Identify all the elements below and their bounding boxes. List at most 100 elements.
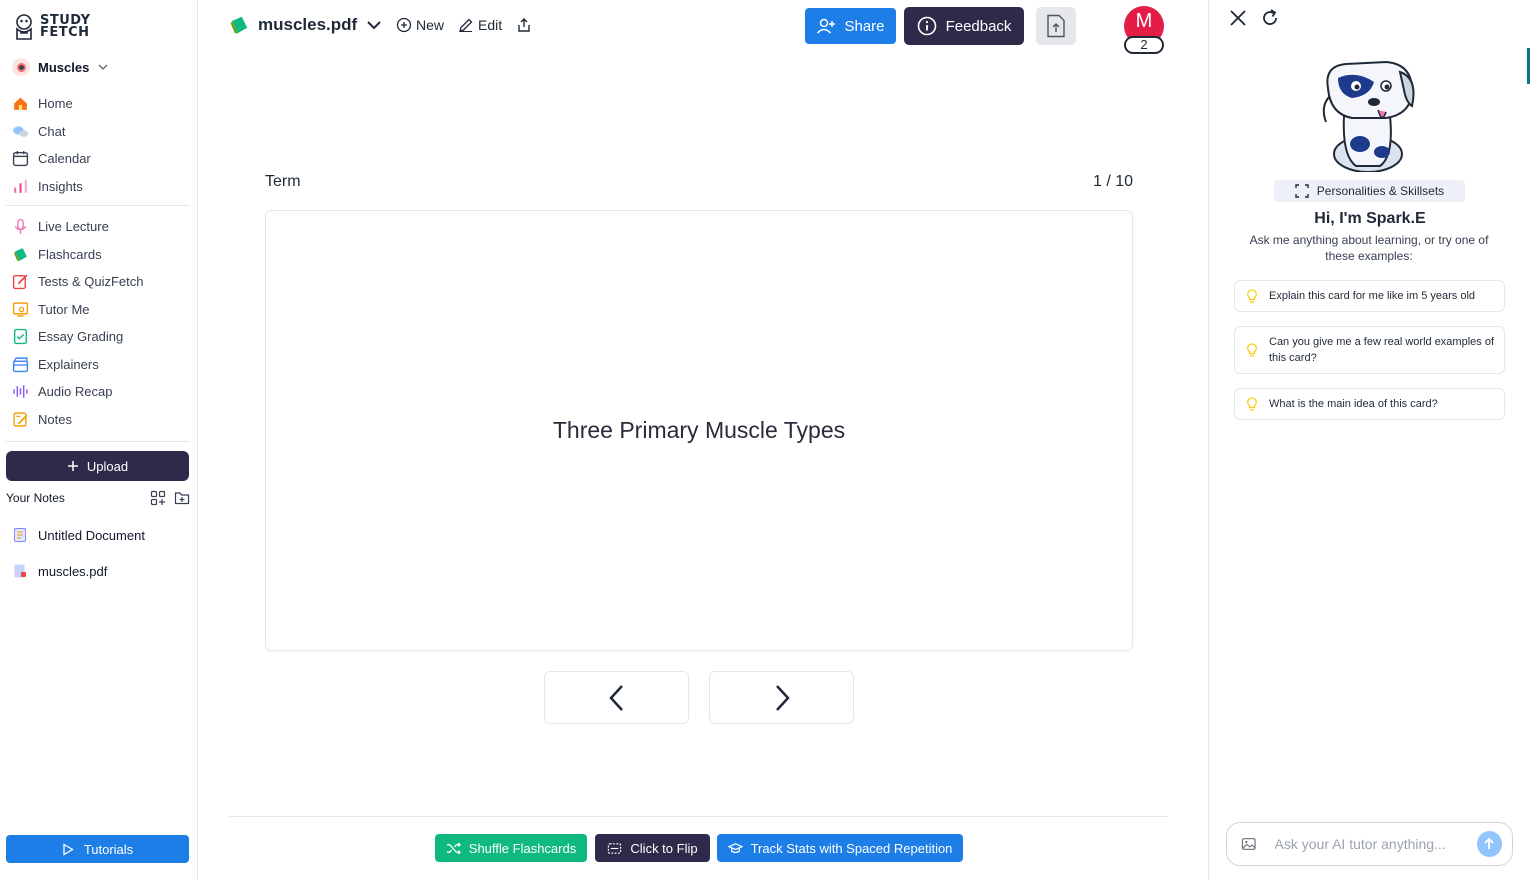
sidebar-item-label: Explainers	[38, 356, 99, 372]
upload-share-button[interactable]	[516, 17, 532, 33]
sidebar-item-notes[interactable]: Notes	[0, 406, 198, 434]
explainers-icon	[12, 357, 29, 372]
click-to-flip-button[interactable]: Click to Flip	[595, 834, 710, 862]
document-icon	[14, 528, 26, 542]
track-stats-button[interactable]: Track Stats with Spaced Repetition	[717, 834, 963, 862]
suggestion-item[interactable]: Explain this card for me like im 5 years…	[1234, 280, 1505, 312]
tutorials-label: Tutorials	[83, 841, 134, 857]
file-name: muscles.pdf	[258, 15, 358, 34]
track-label: Track Stats with Spaced Repetition	[750, 840, 953, 856]
sidebar-item-label: Notes	[38, 411, 72, 427]
share-button[interactable]: Share	[805, 8, 896, 44]
sidebar-item-live-lecture[interactable]: Live Lecture	[0, 213, 198, 241]
chat-input-container	[1226, 822, 1513, 866]
send-button[interactable]	[1476, 831, 1502, 857]
primary-nav: Home Chat Calendar Insights	[0, 90, 198, 200]
audio-icon	[13, 385, 28, 399]
sidebar-item-label: Live Lecture	[38, 219, 109, 235]
sidebar-item-tests[interactable]: Tests & QuizFetch	[0, 268, 198, 296]
graduation-cap-icon	[727, 842, 743, 853]
flip-card-icon	[608, 842, 622, 854]
logo-text-line2: FETCH	[40, 25, 90, 40]
sidebar-item-label: Calendar	[38, 151, 91, 167]
lightbulb-icon	[1247, 397, 1257, 411]
shuffle-flashcards-button[interactable]: Shuffle Flashcards	[435, 834, 587, 862]
logo-mascot-icon	[16, 14, 32, 40]
chevron-left-icon	[608, 684, 623, 711]
assistant-description: Ask me anything about learning, or try o…	[1249, 233, 1489, 263]
suggestion-item[interactable]: Can you give me a few real world example…	[1234, 326, 1505, 374]
note-item-label: Untitled Document	[38, 527, 145, 543]
close-icon[interactable]	[1228, 8, 1248, 28]
edit-button[interactable]: Edit	[458, 17, 502, 33]
suggestion-text: What is the main idea of this card?	[1269, 398, 1438, 410]
sidebar-item-flashcards[interactable]: Flashcards	[0, 241, 198, 269]
workspace-selector[interactable]: Muscles	[12, 58, 109, 76]
sidebar-item-audio-recap[interactable]: Audio Recap	[0, 378, 198, 406]
grid-view-icon[interactable]	[150, 490, 166, 506]
share-label: Share	[844, 17, 885, 35]
chevron-down-icon	[98, 64, 108, 71]
feedback-label: Feedback	[945, 17, 1012, 35]
refresh-icon[interactable]	[1260, 8, 1280, 28]
lightbulb-icon	[1247, 343, 1257, 357]
feedback-button[interactable]: Feedback	[904, 7, 1024, 45]
sidebar: STUDY FETCH Muscles Home Chat Calendar I…	[0, 0, 198, 880]
chat-icon	[13, 126, 28, 137]
sidebar-item-chat[interactable]: Chat	[0, 118, 198, 146]
flip-label: Click to Flip	[630, 840, 698, 856]
note-item-muscles-pdf[interactable]: muscles.pdf	[12, 563, 107, 579]
card-side-label: Term	[265, 173, 301, 190]
note-item-label: muscles.pdf	[38, 563, 108, 579]
sidebar-item-tutor-me[interactable]: Tutor Me	[0, 296, 198, 324]
note-item-untitled[interactable]: Untitled Document	[12, 527, 145, 543]
pencil-icon	[459, 18, 473, 32]
personalities-skillsets-button[interactable]: Personalities & Skillsets	[1274, 180, 1465, 202]
add-user-icon	[817, 18, 836, 34]
sidebar-item-insights[interactable]: Insights	[0, 173, 198, 201]
share-upload-icon	[518, 18, 530, 32]
avatar-count-badge: 2	[1124, 36, 1164, 54]
flashcard-text: Three Primary Muscle Types	[552, 417, 846, 443]
test-icon	[12, 274, 28, 290]
new-label: New	[416, 17, 445, 33]
chat-input[interactable]	[1274, 836, 1459, 852]
sidebar-item-calendar[interactable]: Calendar	[0, 145, 198, 173]
sidebar-item-essay-grading[interactable]: Essay Grading	[0, 323, 198, 351]
file-title-bar[interactable]: muscles.pdf	[228, 14, 383, 36]
next-card-button[interactable]	[709, 671, 854, 724]
plus-circle-icon	[396, 17, 412, 33]
new-button[interactable]: New	[396, 17, 444, 33]
previous-card-button[interactable]	[544, 671, 689, 724]
play-icon	[63, 842, 74, 856]
chevron-down-icon[interactable]	[365, 16, 383, 34]
new-folder-icon[interactable]	[174, 490, 190, 506]
workspace-name: Muscles	[38, 59, 90, 75]
upload-button[interactable]: Upload	[6, 451, 189, 481]
lightbulb-icon	[1247, 289, 1257, 303]
assistant-greeting: Hi, I'm Spark.E	[1314, 210, 1426, 227]
sidebar-item-label: Home	[38, 96, 73, 112]
sidebar-item-explainers[interactable]: Explainers	[0, 351, 198, 379]
upload-label: Upload	[86, 458, 129, 474]
insights-icon	[14, 179, 27, 193]
suggestion-text: Can you give me a few real world example…	[1269, 336, 1494, 364]
sidebar-item-label: Insights	[38, 178, 83, 194]
sidebar-divider	[6, 441, 190, 442]
workspace-avatar-icon	[12, 58, 30, 76]
image-attach-icon[interactable]	[1241, 836, 1257, 852]
flashcard[interactable]: Three Primary Muscle Types	[265, 210, 1133, 651]
tools-nav: Live Lecture Flashcards Tests & QuizFetc…	[0, 213, 198, 433]
your-notes-header: Your Notes	[6, 490, 190, 506]
arrow-up-icon	[1484, 837, 1495, 849]
sidebar-item-home[interactable]: Home	[0, 90, 198, 118]
plus-icon	[67, 461, 78, 471]
app-root: STUDY FETCH Muscles Home Chat Calendar I…	[0, 0, 1530, 880]
tutorials-button[interactable]: Tutorials	[6, 835, 189, 863]
export-file-button[interactable]	[1036, 7, 1076, 45]
card-counter: 1 / 10	[1092, 173, 1133, 190]
studyfetch-logo[interactable]: STUDY FETCH	[12, 13, 91, 41]
home-icon	[14, 97, 27, 111]
spark-e-mascot-icon	[1322, 60, 1415, 172]
suggestion-item[interactable]: What is the main idea of this card?	[1234, 388, 1505, 420]
